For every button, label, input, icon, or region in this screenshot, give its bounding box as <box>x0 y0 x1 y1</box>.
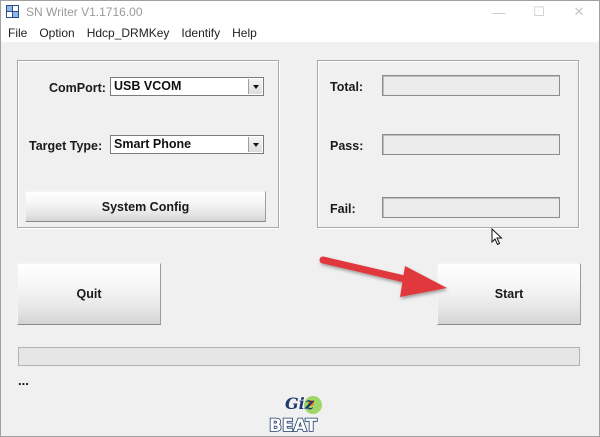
fail-label: Fail: <box>330 202 356 216</box>
gizbeat-watermark-logo: Giz BEAT <box>268 394 322 435</box>
chevron-down-icon[interactable] <box>248 137 262 152</box>
menu-hdcp-drmkey[interactable]: Hdcp_DRMKey <box>81 23 176 42</box>
total-label: Total: <box>330 80 364 94</box>
maximize-button[interactable]: ☐ <box>521 1 557 23</box>
total-field <box>382 75 560 96</box>
menu-option[interactable]: Option <box>33 23 80 42</box>
menu-help[interactable]: Help <box>226 23 263 42</box>
window-title: SN Writer V1.1716.00 <box>26 5 143 19</box>
comport-label: ComPort: <box>49 81 106 95</box>
watermark-line2: BEAT <box>269 416 317 435</box>
pass-field <box>382 134 560 155</box>
comport-value: USB VCOM <box>114 79 182 93</box>
progress-bar <box>18 347 580 366</box>
start-button[interactable]: Start <box>437 263 581 325</box>
target-type-select[interactable]: Smart Phone <box>110 135 264 154</box>
comport-select[interactable]: USB VCOM <box>110 77 264 96</box>
fail-field <box>382 197 560 218</box>
menu-file[interactable]: File <box>1 23 33 42</box>
mouse-pointer-icon <box>491 228 503 246</box>
sn-writer-window: SN Writer V1.1716.00 — ☐ ✕ File Option H… <box>0 0 600 437</box>
chevron-down-icon[interactable] <box>248 79 262 94</box>
menu-identify[interactable]: Identify <box>175 23 226 42</box>
close-button[interactable]: ✕ <box>561 1 597 23</box>
menu-bar: File Option Hdcp_DRMKey Identify Help <box>1 23 599 42</box>
title-bar[interactable]: SN Writer V1.1716.00 — ☐ ✕ <box>1 1 599 23</box>
status-text: ... <box>18 373 29 388</box>
target-type-value: Smart Phone <box>114 137 192 151</box>
quit-button[interactable]: Quit <box>17 263 161 325</box>
system-config-button[interactable]: System Config <box>25 191 266 222</box>
app-logo-icon <box>6 5 19 18</box>
watermark-line1: Giz <box>285 394 315 413</box>
minimize-button[interactable]: — <box>481 1 517 23</box>
target-type-label: Target Type: <box>29 139 103 153</box>
pass-label: Pass: <box>330 139 364 153</box>
